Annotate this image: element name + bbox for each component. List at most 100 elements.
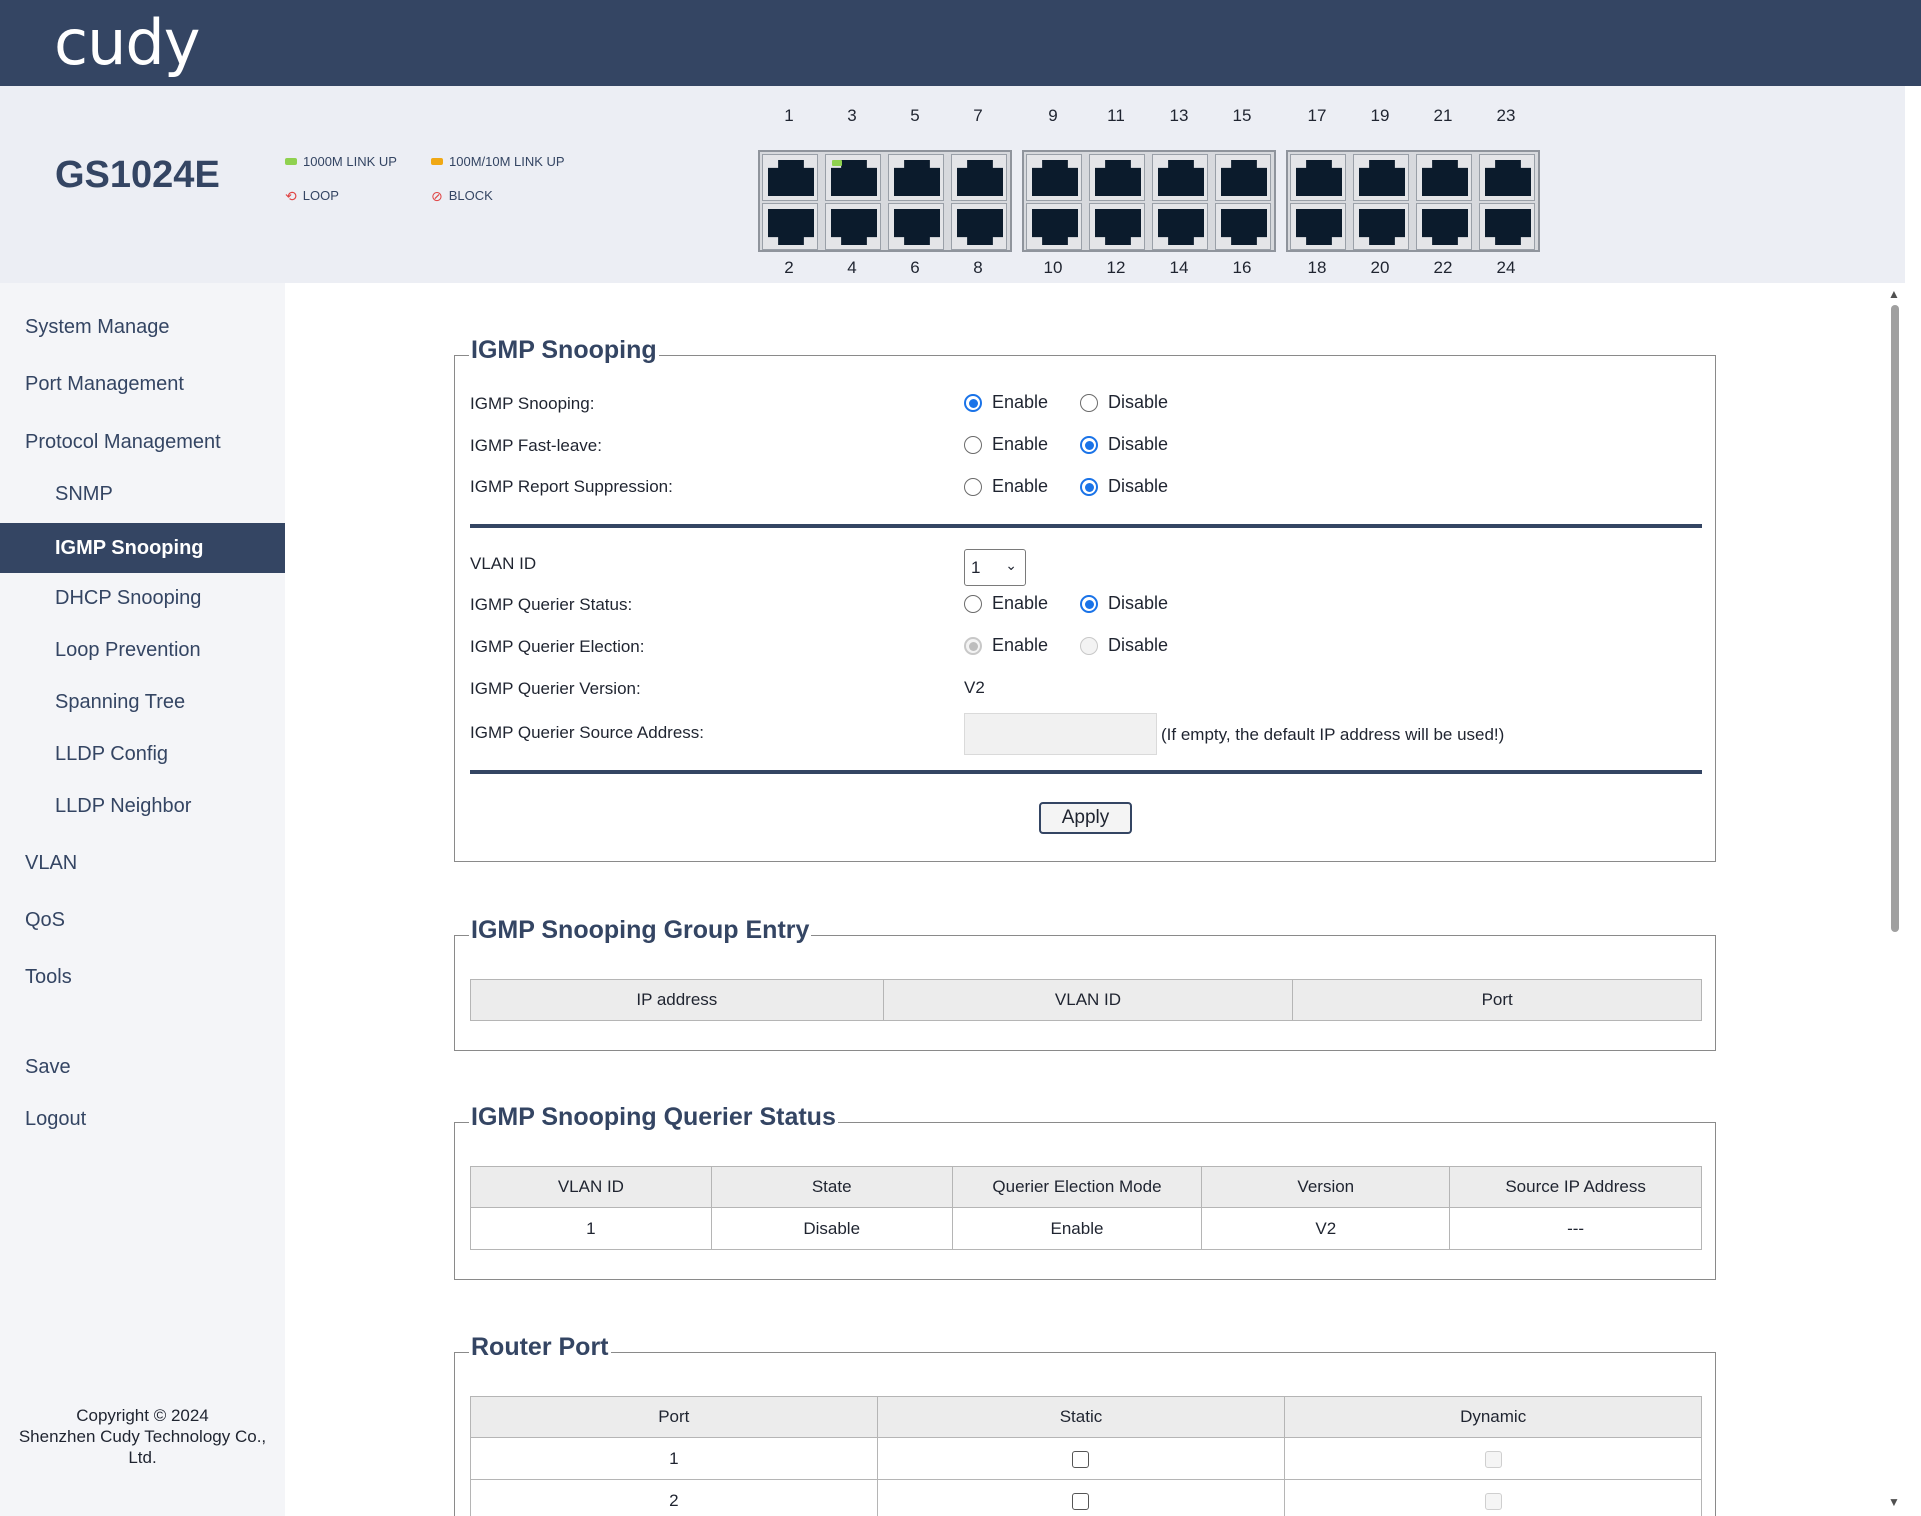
company-suffix-line: Ltd. [128, 1448, 157, 1467]
port-14-icon[interactable] [1152, 203, 1208, 250]
port-7-icon[interactable] [951, 154, 1007, 201]
port-number-label: 2 [784, 258, 794, 277]
rj45-jack-icon [1485, 160, 1531, 196]
port-cell: 1 [470, 1437, 878, 1480]
sidebar-item-logout[interactable]: Logout [0, 1108, 285, 1131]
port-3-icon[interactable] [825, 154, 881, 201]
static-checkbox[interactable] [1072, 1492, 1090, 1510]
port-16-icon[interactable] [1215, 203, 1271, 250]
port-24-icon[interactable] [1479, 203, 1535, 250]
querier-status-table: VLAN ID State Querier Election Mode Vers… [470, 1166, 1702, 1250]
port-21-icon[interactable] [1416, 154, 1472, 201]
legend-loop: ⟲ LOOP [285, 188, 339, 203]
sidebar-item-loop-prevention[interactable]: Loop Prevention [0, 639, 285, 662]
port-4-icon[interactable] [825, 203, 881, 250]
vlan-id-label: VLAN ID [470, 554, 537, 573]
port-10-icon[interactable] [1026, 203, 1082, 250]
sidebar-item-qos[interactable]: QoS [0, 909, 285, 932]
radio-icon [964, 636, 982, 655]
table-cell: Enable [951, 1207, 1203, 1250]
sidebar-item-tools[interactable]: Tools [0, 966, 285, 989]
column-header: Port [1292, 979, 1702, 1021]
port-8-icon[interactable] [951, 203, 1007, 250]
port-18-icon[interactable] [1290, 203, 1346, 250]
port-number-label: 11 [1107, 106, 1125, 125]
radio-icon[interactable] [964, 435, 982, 454]
querier-source-address-input[interactable] [964, 713, 1157, 755]
sidebar-item-save[interactable]: Save [0, 1056, 285, 1079]
radio-icon[interactable] [964, 393, 982, 412]
option-label: Enable [992, 635, 1049, 655]
apply-button[interactable]: Apply [1039, 802, 1132, 834]
vlan-id-select[interactable]: 1 ⌄ [964, 549, 1026, 586]
igmp-snooping-section: IGMP Snooping IGMP Snooping: Enable Disa… [454, 336, 1716, 862]
sidebar-item-igmp-snooping[interactable]: IGMP Snooping [0, 523, 285, 573]
copyright-line: Copyright © 2024 [76, 1406, 209, 1425]
port-group [1022, 150, 1276, 252]
rj45-jack-icon [768, 209, 814, 245]
sidebar-item-vlan[interactable]: VLAN [0, 852, 285, 875]
radio-icon [1080, 636, 1098, 655]
rj45-jack-icon [831, 209, 877, 245]
rj45-jack-icon [1095, 160, 1141, 196]
port-15-icon[interactable] [1215, 154, 1271, 201]
dynamic-checkbox [1484, 1492, 1502, 1510]
port-6-icon[interactable] [888, 203, 944, 250]
section-title: IGMP Snooping Group Entry [469, 916, 812, 945]
table-row: 1 Disable Enable V2 --- [470, 1207, 1702, 1250]
igmp-snooping-enable-radio[interactable]: Enable [964, 392, 1048, 413]
column-header: State [710, 1166, 953, 1208]
querier-status-enable-radio[interactable]: Enable [964, 593, 1048, 614]
rj45-jack-icon [768, 160, 814, 196]
scrollbar-thumb[interactable] [1891, 305, 1899, 932]
port-17-icon[interactable] [1290, 154, 1346, 201]
rj45-jack-icon [1485, 209, 1531, 245]
sidebar-item-lldp-neighbor[interactable]: LLDP Neighbor [0, 795, 285, 818]
port-11-icon[interactable] [1089, 154, 1145, 201]
port-number-label: 15 [1232, 106, 1252, 125]
rj45-jack-icon [1359, 160, 1405, 196]
port-number-label: 4 [847, 258, 857, 277]
radio-icon[interactable] [1080, 435, 1098, 454]
port-9-icon[interactable] [1026, 154, 1082, 201]
column-header: Source IP Address [1449, 1166, 1702, 1208]
section-title: Router Port [469, 1333, 611, 1362]
sidebar-item-system-manage[interactable]: System Manage [0, 316, 285, 339]
port-5-icon[interactable] [888, 154, 944, 201]
fast-leave-enable-radio[interactable]: Enable [964, 434, 1048, 455]
port-12-icon[interactable] [1089, 203, 1145, 250]
static-cell [876, 1437, 1286, 1480]
scroll-down-arrow-icon[interactable]: ▼ [1888, 1495, 1900, 1509]
port-1-icon[interactable] [762, 154, 818, 201]
fast-leave-disable-radio[interactable]: Disable [1080, 434, 1168, 455]
report-suppression-disable-radio[interactable]: Disable [1080, 476, 1168, 497]
port-panel: 1 2 3 4 5 6 7 8 9 10 11 12 13 14 15 16 17 18 19 20 21 22 23 24 [758, 106, 1548, 277]
sidebar-item-spanning-tree[interactable]: Spanning Tree [0, 691, 285, 714]
port-19-icon[interactable] [1353, 154, 1409, 201]
legend-1000m: 1000M LINK UP [285, 154, 397, 169]
radio-icon[interactable] [1080, 393, 1098, 412]
option-label: Enable [992, 476, 1049, 496]
port-number-label: 20 [1370, 258, 1390, 277]
sidebar-item-snmp[interactable]: SNMP [0, 483, 285, 506]
port-13-icon[interactable] [1152, 154, 1208, 201]
igmp-snooping-disable-radio[interactable]: Disable [1080, 392, 1168, 413]
cudy-logo: cudy [54, 6, 200, 79]
sidebar-item-port-management[interactable]: Port Management [0, 373, 285, 396]
scroll-up-arrow-icon[interactable]: ▲ [1888, 287, 1900, 301]
report-suppression-enable-radio[interactable]: Enable [964, 476, 1048, 497]
link-led-icon [832, 160, 842, 166]
port-23-icon[interactable] [1479, 154, 1535, 201]
querier-status-disable-radio[interactable]: Disable [1080, 593, 1168, 614]
sidebar-item-protocol-management[interactable]: Protocol Management [0, 431, 285, 454]
port-20-icon[interactable] [1353, 203, 1409, 250]
radio-icon[interactable] [1080, 477, 1098, 496]
sidebar-item-lldp-config[interactable]: LLDP Config [0, 743, 285, 766]
static-checkbox[interactable] [1072, 1450, 1090, 1468]
radio-icon[interactable] [964, 477, 982, 496]
sidebar-item-dhcp-snooping[interactable]: DHCP Snooping [0, 587, 285, 610]
port-22-icon[interactable] [1416, 203, 1472, 250]
port-2-icon[interactable] [762, 203, 818, 250]
radio-icon[interactable] [1080, 594, 1098, 613]
radio-icon[interactable] [964, 594, 982, 613]
